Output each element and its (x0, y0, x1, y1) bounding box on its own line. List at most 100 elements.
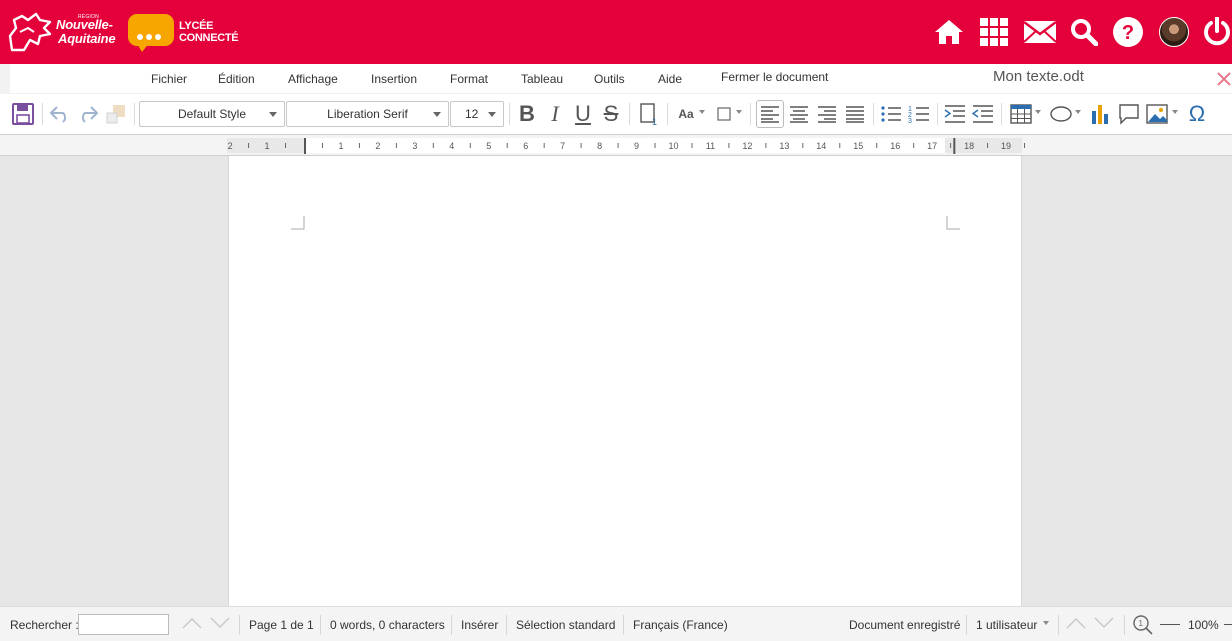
insert-chart-icon[interactable] (1088, 102, 1114, 126)
ruler-label: 13 (779, 141, 789, 151)
chevron-down-icon (736, 110, 742, 114)
numbered-list-icon[interactable]: 123 (906, 102, 932, 126)
menu-aide[interactable]: Aide (658, 72, 682, 86)
language[interactable]: Français (France) (633, 618, 728, 632)
italic-button[interactable]: I (542, 101, 568, 126)
ruler-label: 1 (265, 141, 270, 151)
zoom-slider[interactable] (1224, 624, 1232, 625)
search-input[interactable] (78, 614, 169, 635)
insert-comment-icon[interactable] (1116, 102, 1142, 126)
users-count[interactable]: 1 utilisateur (976, 618, 1037, 632)
bold-button[interactable]: B (514, 101, 540, 126)
page-info: Page 1 de 1 (249, 618, 314, 632)
avatar (1159, 17, 1189, 47)
menu-fichier[interactable]: Fichier (151, 72, 187, 86)
zoom-icon[interactable]: 1 (1132, 614, 1154, 639)
ruler-label: 15 (853, 141, 863, 151)
ruler-label: 8 (597, 141, 602, 151)
chevron-down-icon (1075, 110, 1081, 114)
chevron-down-icon (1043, 621, 1049, 625)
apps-grid-icon[interactable] (974, 12, 1014, 52)
svg-text:?: ? (1122, 22, 1134, 44)
ruler[interactable]: 2 1 1 2 3 4 5 6 7 8 9 10 11 12 13 14 15 16 17 18 19 (0, 134, 1232, 156)
ruler-label: 14 (816, 141, 826, 151)
region-name-line2: Aquitaine (58, 31, 116, 46)
chevron-down-icon (488, 112, 496, 117)
clone-formatting-icon[interactable] (104, 102, 128, 126)
previous-change-icon[interactable] (1066, 616, 1086, 633)
font-name-select[interactable]: Liberation Serif (286, 101, 449, 127)
align-right-button[interactable] (814, 102, 840, 126)
chat-bubble-icon (128, 14, 174, 52)
subscript-icon[interactable]: 1 (636, 102, 662, 126)
mail-icon[interactable] (1020, 12, 1060, 52)
ruler-label: 19 (1001, 141, 1011, 151)
chevron-down-icon (433, 112, 441, 117)
highlight-color-icon[interactable] (714, 102, 734, 126)
decrease-indent-icon[interactable] (970, 102, 996, 126)
ruler-label: 6 (523, 141, 528, 151)
close-icon[interactable] (1214, 68, 1232, 92)
menu-outils[interactable]: Outils (594, 72, 625, 86)
ruler-label: 12 (742, 141, 752, 151)
lycee-logo-line1: LYCÉE (179, 20, 214, 32)
search-next-icon[interactable] (210, 616, 230, 633)
insert-image-icon[interactable] (1144, 102, 1170, 126)
menu-format[interactable]: Format (450, 72, 488, 86)
region-logo[interactable]: RÉGION Nouvelle- Aquitaine (6, 10, 118, 54)
underline-button[interactable]: U (570, 101, 596, 126)
menu-insertion[interactable]: Insertion (371, 72, 417, 86)
menu-affichage[interactable]: Affichage (288, 72, 338, 86)
align-left-button[interactable] (756, 100, 784, 128)
close-document-button[interactable]: Fermer le document (721, 70, 828, 84)
search-label: Rechercher : (10, 618, 79, 632)
ruler-label: 5 (486, 141, 491, 151)
status-bar: Rechercher : Page 1 de 1 0 words, 0 char… (0, 606, 1232, 641)
search-icon[interactable] (1064, 12, 1104, 52)
ruler-label: 2 (228, 141, 233, 151)
ruler-scale: 2 1 1 2 3 4 5 6 7 8 9 10 11 12 13 14 15 16 17 18 19 (228, 138, 1026, 154)
paragraph-style-select[interactable]: Default Style (139, 101, 285, 127)
chevron-down-icon (699, 110, 705, 114)
justify-button[interactable] (842, 102, 868, 126)
ruler-label: 17 (927, 141, 937, 151)
undo-icon[interactable] (48, 102, 72, 126)
ruler-label: 9 (634, 141, 639, 151)
special-character-button[interactable]: Ω (1184, 101, 1210, 126)
strikethrough-button[interactable]: S (598, 101, 624, 126)
ruler-label: 11 (706, 141, 715, 151)
zoom-out-button[interactable] (1160, 624, 1180, 625)
chevron-down-icon (269, 112, 277, 117)
search-previous-icon[interactable] (182, 616, 202, 633)
user-avatar[interactable] (1154, 12, 1194, 52)
redo-icon[interactable] (76, 102, 100, 126)
chevron-down-icon (1035, 110, 1041, 114)
ruler-label: 10 (668, 141, 678, 151)
lycee-connecte-logo[interactable]: LYCÉE CONNECTÉ (128, 14, 239, 54)
insert-mode[interactable]: Insérer (461, 618, 498, 632)
insert-shape-icon[interactable] (1048, 102, 1074, 126)
word-count: 0 words, 0 characters (330, 618, 445, 632)
chevron-down-icon (1172, 110, 1178, 114)
change-case-button[interactable]: Aa (674, 102, 698, 126)
home-icon[interactable] (929, 12, 969, 52)
menu-tableau[interactable]: Tableau (521, 72, 563, 86)
paragraph-style-value: Default Style (177, 107, 247, 121)
help-icon[interactable]: ? (1108, 12, 1148, 52)
ruler-label: 18 (964, 141, 974, 151)
svg-text:1: 1 (652, 117, 657, 126)
next-change-icon[interactable] (1094, 616, 1114, 633)
document-page[interactable] (228, 156, 1022, 606)
save-icon[interactable] (11, 102, 35, 126)
font-size-select[interactable]: 12 (450, 101, 504, 127)
save-status: Document enregistré (849, 618, 961, 632)
bullet-list-icon[interactable] (878, 102, 904, 126)
ruler-label: 7 (560, 141, 565, 151)
insert-table-icon[interactable] (1008, 102, 1034, 126)
menu-edition[interactable]: Édition (218, 72, 255, 86)
font-size-value: 12 (465, 107, 479, 121)
align-center-button[interactable] (786, 102, 812, 126)
selection-mode[interactable]: Sélection standard (516, 618, 615, 632)
power-icon[interactable] (1197, 12, 1232, 52)
increase-indent-icon[interactable] (942, 102, 968, 126)
